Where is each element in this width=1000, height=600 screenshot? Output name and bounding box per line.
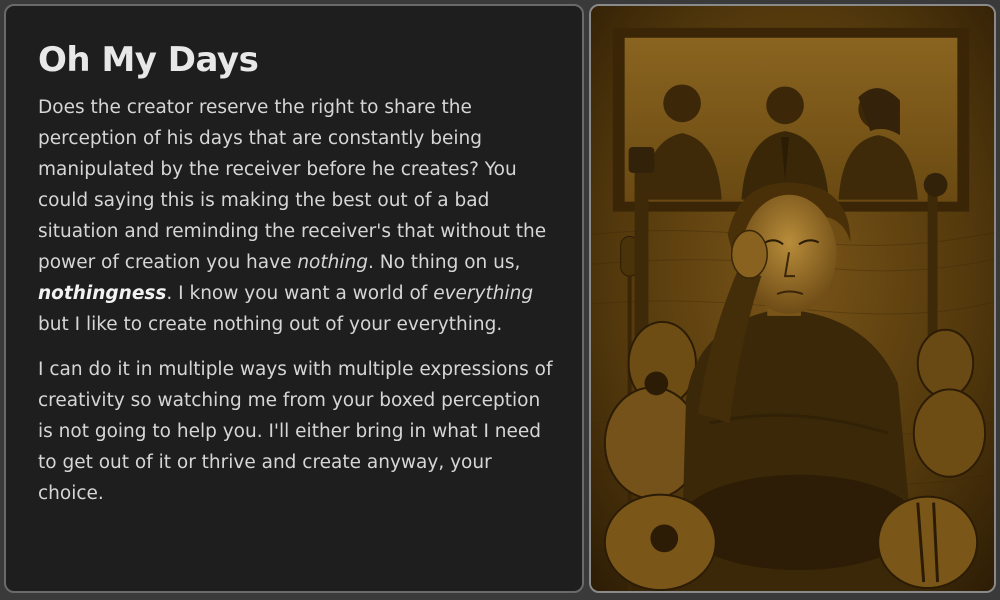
article-paragraph-2: I can do it in multiple ways with multip…: [38, 359, 553, 504]
emphasis-everything: everything: [433, 283, 534, 304]
paragraph-text: . No thing on us,: [367, 252, 521, 273]
article-title: Oh My Days: [38, 40, 259, 80]
emphasis-nothingness: nothingness: [38, 283, 167, 304]
paragraph-text: Does the creator reserve the right to sh…: [38, 97, 547, 273]
violin-foreground: [877, 495, 979, 590]
article-paragraph-1: Does the creator reserve the right to sh…: [38, 92, 554, 340]
emphasis-nothing: nothing: [297, 252, 368, 273]
artwork-illustration: [591, 6, 994, 591]
paragraph-text: . I know you want a world of: [166, 283, 434, 304]
paragraph-text: but I like to create nothing out of your…: [38, 314, 503, 335]
article-card: Oh My Days Does the creator reserve the …: [4, 4, 584, 593]
artwork-image: [589, 4, 996, 593]
guitar-foreground: [603, 493, 717, 591]
